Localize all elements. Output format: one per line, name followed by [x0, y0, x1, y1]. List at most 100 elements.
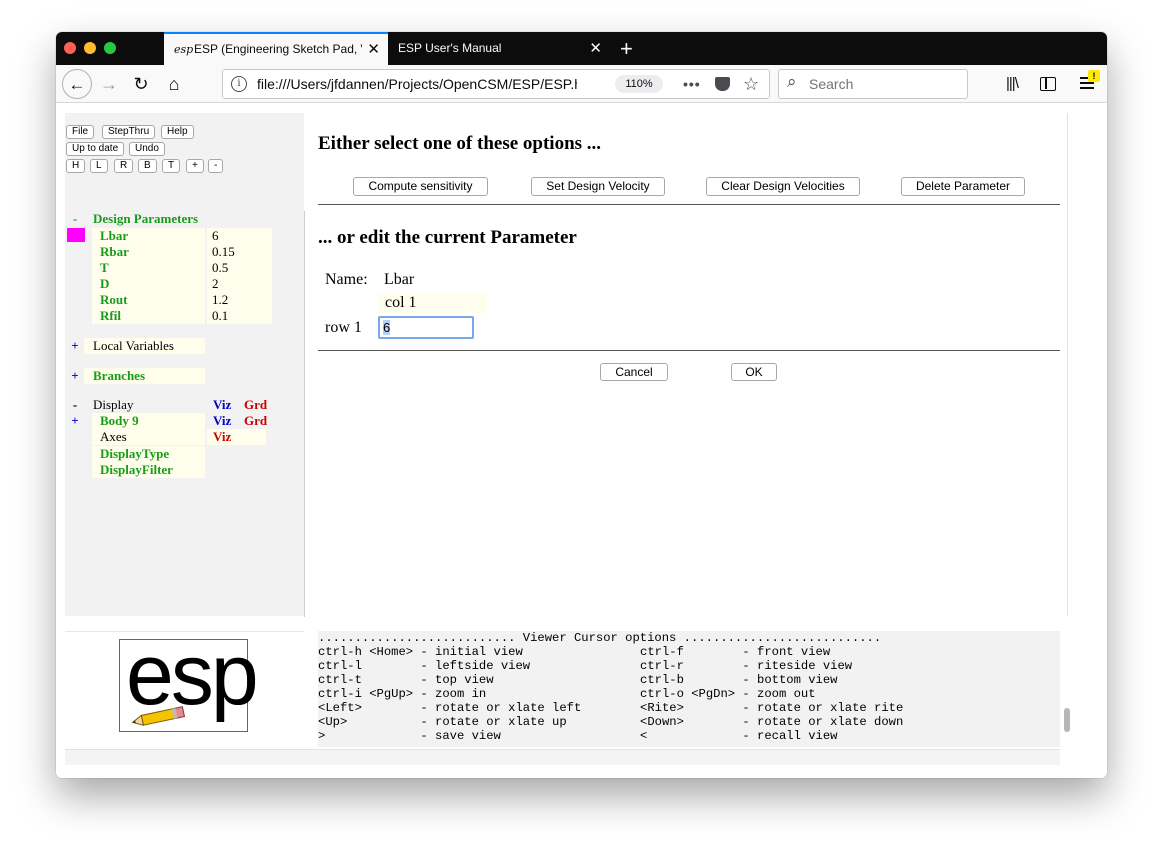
view-left-button[interactable]: L: [90, 159, 108, 173]
param-value[interactable]: 0.5: [207, 260, 272, 276]
file-button[interactable]: File: [66, 125, 95, 139]
ok-button[interactable]: OK: [731, 363, 777, 381]
viz-toggle[interactable]: Viz: [213, 413, 243, 429]
sidebar-toggle-icon[interactable]: [1040, 77, 1056, 91]
tab-esp-manual[interactable]: ESP User's Manual ✕: [388, 32, 610, 65]
param-value[interactable]: 1.2: [207, 292, 272, 308]
name-label: Name:: [325, 271, 368, 288]
options-button-row: Compute sensitivity Set Design Velocity …: [318, 177, 1060, 197]
param-value[interactable]: 6: [207, 228, 272, 244]
cancel-button[interactable]: Cancel: [600, 363, 668, 381]
design-parameters-label[interactable]: Design Parameters: [93, 211, 198, 227]
info-icon[interactable]: i: [231, 76, 247, 92]
collapse-toggle[interactable]: -: [66, 397, 84, 413]
display-type-row: DisplayType: [66, 446, 272, 462]
library-icon[interactable]: |||\: [1006, 69, 1019, 99]
hamburger-menu-icon[interactable]: !: [1080, 70, 1100, 91]
view-home-button[interactable]: H: [66, 159, 86, 173]
column-header: col 1: [377, 293, 487, 313]
search-input[interactable]: Search: [809, 70, 853, 98]
undo-button[interactable]: Undo: [129, 142, 165, 156]
view-bottom-button[interactable]: B: [138, 159, 157, 173]
design-parameters-header: - Design Parameters: [66, 211, 272, 227]
param-value[interactable]: 0.1: [207, 308, 272, 324]
new-tab-button[interactable]: +: [620, 32, 633, 65]
axes-label[interactable]: Axes: [92, 429, 205, 445]
param-name[interactable]: Rfil: [92, 308, 205, 324]
help-button[interactable]: Help: [161, 125, 194, 139]
param-row-d[interactable]: D 2: [66, 276, 272, 292]
param-row-rfil[interactable]: Rfil 0.1: [66, 308, 272, 324]
zoom-out-button[interactable]: -: [208, 159, 224, 173]
console-row-left: <Up> - rotate or xlate up: [318, 715, 567, 729]
zoom-indicator[interactable]: 110%: [615, 75, 663, 93]
url-text[interactable]: file:///Users/jfdannen/Projects/OpenCSM/…: [257, 70, 577, 98]
close-tab-icon[interactable]: ✕: [367, 34, 380, 65]
param-name[interactable]: D: [92, 276, 205, 292]
viz-toggle[interactable]: Viz: [213, 397, 243, 413]
param-value[interactable]: 2: [207, 276, 272, 292]
collapse-toggle[interactable]: -: [66, 211, 84, 227]
tab-esp[interactable]: esp ESP (Engineering Sketch Pad, V ✕: [164, 32, 388, 65]
zoom-in-button[interactable]: +: [186, 159, 204, 173]
display-filter-label[interactable]: DisplayFilter: [92, 462, 205, 478]
home-button[interactable]: ⌂: [160, 69, 188, 99]
expand-toggle[interactable]: +: [66, 368, 84, 384]
console-scrollbar[interactable]: [1064, 708, 1070, 732]
param-row-rout[interactable]: Rout 1.2: [66, 292, 272, 308]
close-tab-icon[interactable]: ✕: [589, 32, 602, 65]
pocket-icon[interactable]: [715, 77, 730, 91]
cell-value-input[interactable]: 6: [378, 316, 474, 339]
param-name[interactable]: Rout: [92, 292, 205, 308]
tab-strip: esp ESP (Engineering Sketch Pad, V ✕ ESP…: [56, 32, 1107, 65]
display-label[interactable]: Display: [84, 397, 205, 413]
param-name[interactable]: Rbar: [92, 244, 205, 260]
body-label[interactable]: Body 9: [92, 413, 205, 429]
console-row-right: ctrl-r - riteside view: [640, 659, 853, 673]
window-maximize-button[interactable]: [104, 42, 116, 54]
window-minimize-button[interactable]: [84, 42, 96, 54]
stepthru-button[interactable]: StepThru: [102, 125, 156, 139]
url-bar[interactable]: i file:///Users/jfdannen/Projects/OpenCS…: [222, 69, 770, 99]
branches-label[interactable]: Branches: [84, 368, 205, 384]
param-name[interactable]: Lbar: [92, 228, 205, 244]
display-filter-row: DisplayFilter: [66, 462, 272, 478]
reload-button[interactable]: ↻: [128, 69, 154, 99]
param-row-lbar[interactable]: Lbar 6: [66, 228, 272, 244]
clear-design-velocities-button[interactable]: Clear Design Velocities: [706, 177, 860, 196]
tab-title: ESP User's Manual: [398, 41, 502, 55]
back-button[interactable]: ←: [62, 69, 92, 99]
display-type-label[interactable]: DisplayType: [92, 446, 205, 462]
expand-toggle[interactable]: +: [66, 413, 84, 429]
viewer-cursor-help-console: ........................... Viewer Curso…: [318, 631, 1060, 747]
parameter-name-value: Lbar: [384, 271, 415, 288]
grd-toggle[interactable]: Grd: [244, 397, 278, 413]
window-close-button[interactable]: [64, 42, 76, 54]
viz-toggle[interactable]: Viz: [207, 429, 266, 445]
param-row-rbar[interactable]: Rbar 0.15: [66, 244, 272, 260]
set-design-velocity-button[interactable]: Set Design Velocity: [531, 177, 665, 196]
param-value[interactable]: 0.15: [207, 244, 272, 260]
up-to-date-button[interactable]: Up to date: [66, 142, 125, 156]
param-name[interactable]: T: [92, 260, 205, 276]
left-panel: File StepThru Help Up to date Undo H L R…: [65, 113, 305, 617]
search-icon: ⌕: [787, 72, 797, 91]
page-actions-icon[interactable]: •••: [683, 70, 701, 98]
delete-parameter-button[interactable]: Delete Parameter: [901, 177, 1025, 196]
view-right-button[interactable]: R: [114, 159, 134, 173]
console-row-left: ctrl-i <PgUp> - zoom in: [318, 687, 487, 701]
expand-toggle[interactable]: +: [66, 338, 84, 354]
forward-button[interactable]: →: [96, 69, 122, 99]
local-variables-label[interactable]: Local Variables: [84, 338, 205, 354]
grd-toggle[interactable]: Grd: [244, 413, 278, 429]
display-header: - Display Viz Grd: [66, 397, 272, 413]
compute-sensitivity-button[interactable]: Compute sensitivity: [353, 177, 488, 196]
console-row-right: ctrl-b - bottom view: [640, 673, 838, 687]
bookmark-star-icon[interactable]: ☆: [743, 70, 759, 98]
bottom-strip: [65, 749, 1060, 765]
search-bar[interactable]: ⌕ Search: [778, 69, 968, 99]
view-top-button[interactable]: T: [162, 159, 181, 173]
param-row-t[interactable]: T 0.5: [66, 260, 272, 276]
esp-favicon-icon: esp: [174, 43, 194, 56]
esp-logo: esp: [119, 627, 259, 732]
